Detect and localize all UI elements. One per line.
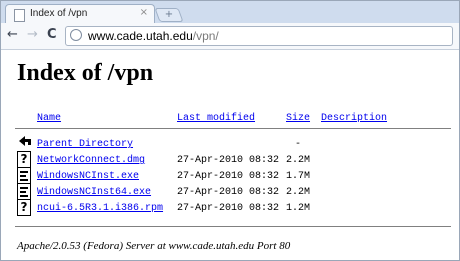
globe-icon [70, 29, 82, 41]
divider [15, 226, 451, 227]
tab-title: Index of /vpn [30, 8, 88, 19]
file-size: 1.7M [286, 171, 311, 182]
column-header-row: Name Last modified Size Description [1, 111, 459, 127]
divider [15, 128, 451, 129]
file-size: 2.2M [286, 187, 311, 198]
url-text: www.cade.utah.edu/vpn/ [88, 28, 219, 44]
toolbar: ← → C www.cade.utah.edu/vpn/ [1, 23, 459, 50]
file-row: WindowsNCInst.exe 27-Apr-2010 08:32 1.7M [1, 167, 459, 185]
reload-icon[interactable]: C [47, 27, 57, 43]
unknown-file-icon: ? [17, 199, 31, 216]
server-signature: Apache/2.0.53 (Fedora) Server at www.cad… [17, 240, 291, 252]
page-title: Index of /vpn [17, 60, 154, 86]
file-link[interactable]: WindowsNCInst64.exe [37, 186, 151, 200]
page-icon [14, 9, 25, 22]
browser-window: Index of /vpn × + ← → C www.cade.utah.ed… [0, 0, 460, 261]
sort-by-last-modified-link[interactable]: Last modified [177, 112, 255, 126]
unknown-file-icon: ? [17, 151, 31, 168]
file-size: 2.2M [286, 155, 311, 166]
file-modified: 27-Apr-2010 08:32 [177, 203, 280, 214]
parent-directory-link[interactable]: Parent Directory [37, 138, 133, 152]
tab-strip: Index of /vpn × + [1, 1, 459, 24]
forward-arrow-icon[interactable]: → [27, 27, 38, 43]
plus-icon: + [164, 9, 174, 20]
back-arrow-icon[interactable]: ← [7, 27, 18, 43]
file-row: ? NetworkConnect.dmg 27-Apr-2010 08:32 2… [1, 151, 459, 169]
parent-directory-size: - [295, 139, 302, 150]
url-path: /vpn/ [192, 29, 219, 43]
back-folder-icon [19, 136, 31, 146]
file-modified: 27-Apr-2010 08:32 [177, 155, 280, 166]
url-host: www.cade.utah.edu [88, 29, 193, 43]
new-tab-button[interactable]: + [154, 8, 184, 22]
file-link[interactable]: ncui-6.5R3.1.i386.rpm [37, 202, 163, 216]
file-link[interactable]: WindowsNCInst.exe [37, 170, 139, 184]
sort-by-name-link[interactable]: Name [37, 112, 61, 126]
file-row: ? ncui-6.5R3.1.i386.rpm 27-Apr-2010 08:3… [1, 199, 459, 217]
file-modified: 27-Apr-2010 08:32 [177, 171, 280, 182]
binary-file-icon [17, 183, 31, 200]
file-link[interactable]: NetworkConnect.dmg [37, 154, 145, 168]
parent-directory-row: Parent Directory - [1, 136, 459, 153]
sort-by-description-link[interactable]: Description [321, 112, 387, 126]
file-size: 1.2M [286, 203, 311, 214]
sort-by-size-link[interactable]: Size [286, 112, 310, 126]
tab-index-of-vpn[interactable]: Index of /vpn × [5, 4, 155, 24]
binary-file-icon [17, 167, 31, 184]
close-tab-icon[interactable]: × [140, 7, 148, 18]
file-row: WindowsNCInst64.exe 27-Apr-2010 08:32 2.… [1, 183, 459, 201]
file-modified: 27-Apr-2010 08:32 [177, 187, 280, 198]
address-bar[interactable]: www.cade.utah.edu/vpn/ [65, 26, 453, 46]
